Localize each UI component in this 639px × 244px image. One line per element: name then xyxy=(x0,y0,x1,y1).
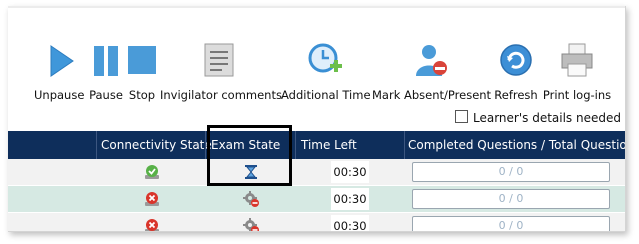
unpause-label: Unpause xyxy=(34,88,85,102)
additional-time-label: Additional Time xyxy=(281,88,371,102)
header-divider xyxy=(404,131,405,159)
table-row[interactable]: 00:30 0 / 0 xyxy=(8,186,625,212)
play-icon xyxy=(50,45,74,77)
pause-button[interactable]: Pause xyxy=(88,42,124,104)
time-left-value: 00:30 xyxy=(331,215,369,231)
stop-label: Stop xyxy=(128,88,156,102)
top-divider xyxy=(8,6,625,8)
unpause-button[interactable]: Unpause xyxy=(34,42,84,104)
additional-time-button[interactable]: Additional Time xyxy=(281,42,371,104)
notepad-icon xyxy=(204,43,234,77)
user-remove-icon xyxy=(416,45,447,76)
disconnected-icon xyxy=(145,192,159,206)
progress-bar: 0 / 0 xyxy=(412,162,610,182)
mark-absent-present-button[interactable]: Mark Absent/Present xyxy=(372,42,492,104)
table-row[interactable]: 00:30 0 / 0 xyxy=(8,213,625,231)
gear-stop-icon xyxy=(243,218,259,231)
header-connectivity-state[interactable]: Connectivity State xyxy=(101,131,212,159)
header-completed-questions[interactable]: Completed Questions / Total Question xyxy=(408,131,625,159)
header-divider xyxy=(295,131,296,159)
print-logins-button[interactable]: Print log-ins xyxy=(542,42,612,104)
pause-icon xyxy=(94,46,118,76)
invigilator-comments-button[interactable]: Invigilator comments xyxy=(160,42,282,104)
table-row[interactable]: 00:30 0 / 0 xyxy=(8,159,625,185)
mark-absent-present-label: Mark Absent/Present xyxy=(372,88,492,102)
refresh-label: Refresh xyxy=(494,88,538,102)
time-left-value: 00:30 xyxy=(331,161,369,183)
invigilator-comments-label: Invigilator comments xyxy=(160,88,282,102)
table-header: Connectivity State Exam State Time Left … xyxy=(8,131,625,159)
header-divider xyxy=(96,131,97,159)
pause-label: Pause xyxy=(89,88,123,102)
refresh-icon xyxy=(500,44,532,76)
progress-bar: 0 / 0 xyxy=(412,189,610,209)
connected-icon xyxy=(145,165,159,179)
time-left-value: 00:30 xyxy=(331,188,369,210)
header-time-left[interactable]: Time Left xyxy=(301,131,357,159)
learner-details-label: Learner's details needed xyxy=(472,111,621,125)
learner-details-checkbox[interactable]: Learner's details needed xyxy=(454,110,621,125)
stop-button[interactable]: Stop xyxy=(126,42,158,104)
invigilation-panel: Unpause Pause Stop Invigilator comments xyxy=(8,6,626,232)
disconnected-icon xyxy=(145,219,159,231)
checkbox-box[interactable] xyxy=(454,110,468,123)
header-divider xyxy=(205,131,206,159)
clock-plus-icon xyxy=(308,43,342,73)
refresh-button[interactable]: Refresh xyxy=(492,42,540,104)
exam-state-highlight-box xyxy=(207,125,292,186)
progress-bar: 0 / 0 xyxy=(412,216,610,231)
stop-icon xyxy=(128,46,156,74)
gear-stop-icon xyxy=(243,191,259,207)
print-logins-label: Print log-ins xyxy=(542,88,612,102)
printer-icon xyxy=(561,43,593,77)
